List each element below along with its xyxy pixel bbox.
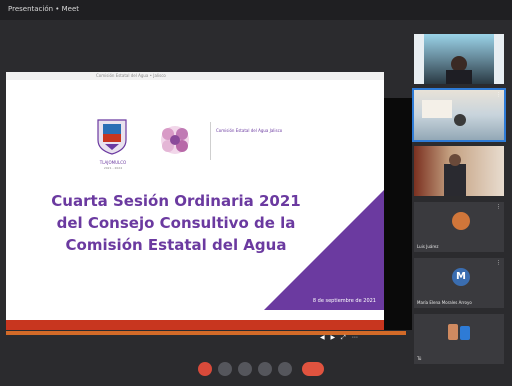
participant-tile-3[interactable]	[414, 146, 504, 196]
slide-nav-controls[interactable]: ◀ ▶ ⤢ ⋯	[320, 334, 360, 342]
mic-off-icon[interactable]	[198, 362, 212, 376]
participant-tile-6[interactable]: Tú	[414, 314, 504, 364]
government-logo	[97, 119, 127, 155]
participant-video-3	[444, 154, 466, 196]
participant-avatar-5: M	[452, 268, 470, 286]
window-title: Presentación • Meet	[8, 5, 80, 13]
presenter-side-panel	[384, 98, 412, 330]
government-logo-label: TLAJOMULCO	[99, 160, 127, 165]
participants-sidebar: ⋮ ⋮ Luis Juárez M ⋮ María Elena Morales …	[412, 34, 506, 364]
slide-date: 8 de septiembre de 2021	[312, 298, 376, 304]
tile-menu-icon[interactable]: ⋮	[496, 260, 501, 266]
logo-divider	[210, 122, 211, 160]
participant-name: María Elena Morales Arroyo	[417, 300, 472, 305]
participant-name: Luis Juárez	[417, 244, 439, 249]
tile-menu-icon[interactable]: ⋮	[496, 204, 501, 210]
participant-video-1	[414, 34, 504, 84]
present-icon[interactable]	[258, 362, 272, 376]
slide-body: TLAJOMULCO 2021 - 2024 Comisión Estatal …	[6, 80, 384, 310]
slide-footer-bar	[6, 310, 384, 320]
slide-title-line-1: Cuarta Sesión Ordinaria 2021	[51, 192, 301, 210]
captions-icon[interactable]	[238, 362, 252, 376]
shared-slide: Comisión Estatal del Agua • Jalisco TLAJ…	[6, 72, 384, 330]
participant-name: Tú	[417, 356, 422, 361]
presentation-stage: Comisión Estatal del Agua • Jalisco TLAJ…	[0, 20, 412, 350]
slide-title-line-2: del Consejo Consultivo de la	[56, 214, 296, 232]
slide-title-line-3: Comisión Estatal del Agua	[65, 236, 287, 254]
camera-icon[interactable]	[218, 362, 232, 376]
more-icon[interactable]	[278, 362, 292, 376]
participant-video-2	[422, 100, 466, 126]
slide-bottom-stripe	[6, 320, 384, 330]
slide-header-bar: Comisión Estatal del Agua • Jalisco	[6, 72, 384, 80]
government-logo-sub: 2021 - 2024	[103, 166, 123, 170]
participant-tile-1[interactable]	[414, 34, 504, 84]
participant-tile-4[interactable]: ⋮ Luis Juárez	[414, 202, 504, 252]
window-title-bar: Presentación • Meet	[0, 0, 512, 20]
agency-logo-text: Comisión Estatal del Agua Jalisco	[216, 128, 283, 133]
slide-title: Cuarta Sesión Ordinaria 2021 del Consejo…	[26, 190, 326, 256]
participant-avatar-4	[452, 212, 470, 230]
tile-menu-icon[interactable]: ⋮	[496, 92, 501, 98]
participant-tile-2[interactable]: ⋮	[412, 88, 506, 142]
agency-logo	[161, 126, 189, 154]
participant-tile-5[interactable]: M ⋮ María Elena Morales Arroyo	[414, 258, 504, 308]
call-toolbar	[190, 360, 340, 378]
end-call-icon[interactable]	[302, 362, 324, 376]
slide-header-text: Comisión Estatal del Agua • Jalisco	[96, 73, 166, 78]
